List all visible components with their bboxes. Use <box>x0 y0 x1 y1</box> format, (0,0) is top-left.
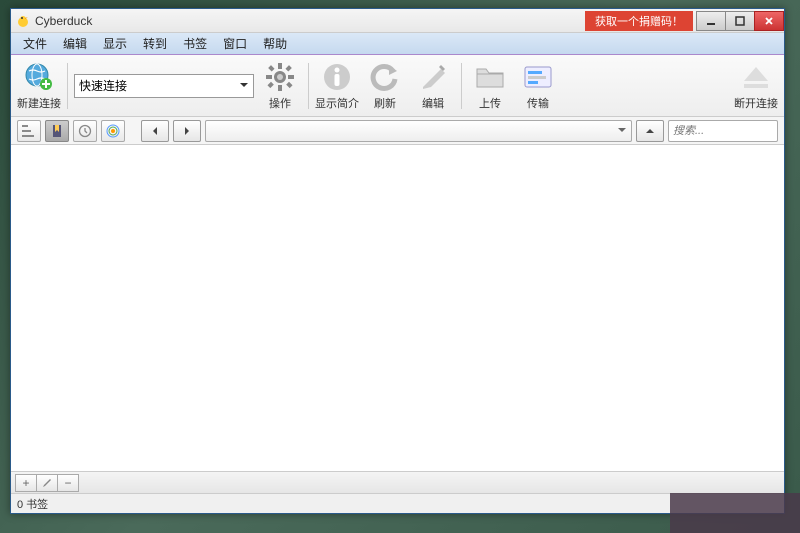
action-label: 操作 <box>269 95 291 111</box>
edit-bookmark-button[interactable] <box>36 474 58 492</box>
close-button[interactable] <box>754 11 784 31</box>
path-dropdown[interactable] <box>205 120 632 142</box>
nav-forward-button[interactable] <box>173 120 201 142</box>
disconnect-label: 断开连接 <box>734 95 778 111</box>
separator <box>308 63 309 109</box>
chevron-down-icon <box>617 122 627 140</box>
nav-up-button[interactable] <box>636 120 664 142</box>
add-bookmark-button[interactable]: + <box>15 474 37 492</box>
nav-bar <box>11 117 784 145</box>
watermark <box>670 493 800 533</box>
view-outline-button[interactable] <box>17 120 41 142</box>
search-input[interactable] <box>673 125 800 137</box>
menu-bar: 文件 编辑 显示 转到 书签 窗口 帮助 <box>11 33 784 55</box>
chevron-down-icon <box>239 79 249 93</box>
quick-connect-label: 快速连接 <box>79 77 127 94</box>
app-icon <box>15 13 31 29</box>
transfer-button[interactable]: 传输 <box>516 58 560 114</box>
remove-bookmark-button[interactable]: − <box>57 474 79 492</box>
menu-window[interactable]: 窗口 <box>215 33 255 54</box>
maximize-button[interactable] <box>725 11 755 31</box>
window-controls <box>697 11 784 31</box>
window-title: Cyberduck <box>35 14 585 28</box>
menu-view[interactable]: 显示 <box>95 33 135 54</box>
menu-edit[interactable]: 编辑 <box>55 33 95 54</box>
view-history-button[interactable] <box>73 120 97 142</box>
status-bar: 0 书签 <box>11 493 784 513</box>
bottom-toolbar: + − <box>11 471 784 493</box>
toolbar: 新建连接 快速连接 操作 显示简介 刷新 <box>11 55 784 117</box>
content-area <box>11 145 784 471</box>
transfer-icon <box>522 61 554 93</box>
upload-button[interactable]: 上传 <box>468 58 512 114</box>
menu-file[interactable]: 文件 <box>15 33 55 54</box>
view-bonjour-button[interactable] <box>101 120 125 142</box>
info-label: 显示简介 <box>315 95 359 111</box>
app-window: Cyberduck 获取一个捐赠码！ 文件 编辑 显示 转到 书签 窗口 帮助 … <box>10 8 785 514</box>
new-connection-label: 新建连接 <box>17 95 61 111</box>
status-text: 0 书签 <box>17 496 48 512</box>
transfer-label: 传输 <box>527 95 549 111</box>
nav-back-button[interactable] <box>141 120 169 142</box>
quick-connect-dropdown[interactable]: 快速连接 <box>74 74 254 98</box>
eject-icon <box>740 61 772 93</box>
folder-icon <box>474 61 506 93</box>
menu-goto[interactable]: 转到 <box>135 33 175 54</box>
minimize-button[interactable] <box>696 11 726 31</box>
new-connection-button[interactable]: 新建连接 <box>17 58 61 114</box>
search-box[interactable] <box>668 120 778 142</box>
disconnect-button[interactable]: 断开连接 <box>734 58 778 114</box>
edit-button[interactable]: 编辑 <box>411 58 455 114</box>
donate-badge[interactable]: 获取一个捐赠码！ <box>585 11 693 31</box>
refresh-button[interactable]: 刷新 <box>363 58 407 114</box>
globe-plus-icon <box>23 61 55 93</box>
action-button[interactable]: 操作 <box>258 58 302 114</box>
refresh-label: 刷新 <box>374 95 396 111</box>
refresh-icon <box>369 61 401 93</box>
info-icon <box>321 61 353 93</box>
pencil-icon <box>417 61 449 93</box>
gear-icon <box>264 61 296 93</box>
info-button[interactable]: 显示简介 <box>315 58 359 114</box>
menu-bookmark[interactable]: 书签 <box>175 33 215 54</box>
title-bar: Cyberduck 获取一个捐赠码！ <box>11 9 784 33</box>
menu-help[interactable]: 帮助 <box>255 33 295 54</box>
separator <box>67 63 68 109</box>
upload-label: 上传 <box>479 95 501 111</box>
edit-label: 编辑 <box>422 95 444 111</box>
separator <box>461 63 462 109</box>
view-bookmarks-button[interactable] <box>45 120 69 142</box>
